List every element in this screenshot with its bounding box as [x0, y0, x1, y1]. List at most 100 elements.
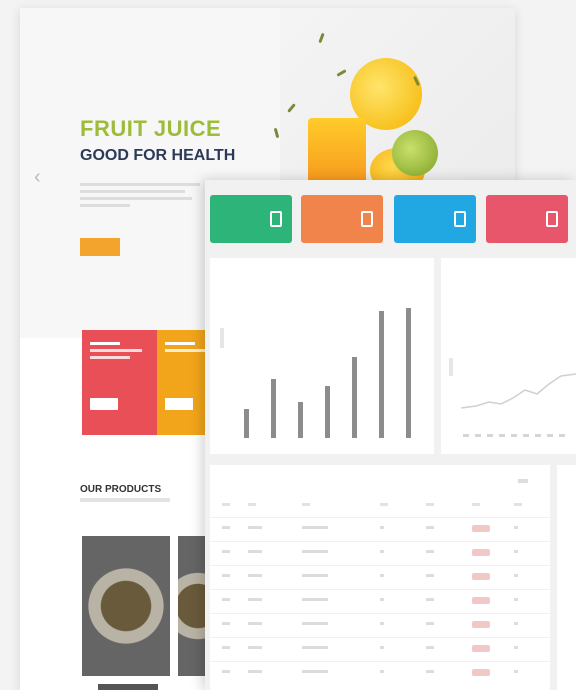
status-badge: [472, 621, 490, 628]
leaf-decoration: [273, 127, 280, 139]
food-image[interactable]: [82, 536, 170, 676]
table-cell: [302, 526, 328, 529]
table-cell: [302, 598, 328, 601]
table-cell: [380, 526, 384, 529]
stat-card[interactable]: [486, 195, 568, 243]
column-header: [472, 503, 480, 506]
table-row[interactable]: [210, 517, 550, 540]
table-cell: [426, 526, 434, 529]
table-row[interactable]: [210, 565, 550, 588]
table-cell: [380, 550, 384, 553]
chart-bar: [244, 409, 249, 438]
table-cell: [248, 622, 262, 625]
table-cell: [248, 646, 262, 649]
status-badge: [472, 549, 490, 556]
hero-subtitle: GOOD FOR HEALTH: [80, 147, 236, 164]
table-cell: [248, 526, 262, 529]
table-cell: [514, 598, 518, 601]
table-cell: [514, 670, 518, 673]
table-row[interactable]: [210, 613, 550, 636]
table-cell: [380, 598, 384, 601]
status-badge: [472, 573, 490, 580]
column-header: [514, 503, 522, 506]
table-cell: [302, 574, 328, 577]
chart-bar: [325, 386, 330, 438]
table-cell: [514, 622, 518, 625]
stat-card[interactable]: [394, 195, 476, 243]
hero-title: FRUIT JUICE: [80, 116, 222, 141]
table-cell: [380, 622, 384, 625]
table-cell: [380, 646, 384, 649]
table-header: [210, 495, 550, 517]
x-axis-ticks: [463, 434, 565, 437]
clipboard-icon: [270, 211, 282, 227]
table-cell: [426, 598, 434, 601]
table-cell: [222, 670, 230, 673]
table-cell: [222, 574, 230, 577]
status-badge: [472, 597, 490, 604]
table-cell: [222, 598, 230, 601]
stat-card[interactable]: [210, 195, 292, 243]
table-cell: [514, 550, 518, 553]
chevron-left-icon[interactable]: ‹: [34, 166, 56, 188]
chart-bar: [379, 311, 384, 438]
table-cell: [426, 574, 434, 577]
promo-button[interactable]: [165, 398, 193, 410]
clipboard-icon: [454, 211, 466, 227]
table-cell: [222, 622, 230, 625]
promo-button[interactable]: [90, 398, 118, 410]
section-subtitle: [80, 498, 170, 502]
line-chart-panel: [441, 258, 576, 454]
table-row[interactable]: [210, 589, 550, 612]
table-row[interactable]: [210, 661, 550, 684]
table-cell: [426, 670, 434, 673]
column-header: [302, 503, 310, 506]
column-header: [426, 503, 434, 506]
table-row[interactable]: [210, 541, 550, 564]
column-header: [248, 503, 256, 506]
table-cell: [222, 550, 230, 553]
table-cell: [514, 526, 518, 529]
clipboard-icon: [546, 211, 558, 227]
lime-fruit-image: [392, 130, 438, 176]
admin-dashboard: [205, 180, 576, 690]
table-row[interactable]: [210, 637, 550, 660]
table-cell: [302, 550, 328, 553]
table-cell: [514, 574, 518, 577]
hero-paragraph: [80, 183, 210, 207]
promo-card-red: [82, 330, 157, 435]
status-badge: [472, 525, 490, 532]
bar-chart-panel: [210, 258, 434, 454]
chart-bar: [271, 379, 276, 438]
table-cell: [302, 622, 328, 625]
column-header: [380, 503, 388, 506]
table-cell: [248, 670, 262, 673]
table-cell: [426, 646, 434, 649]
table-cell: [426, 622, 434, 625]
data-table-panel: [210, 465, 550, 690]
status-badge: [472, 669, 490, 676]
bar-chart: [210, 258, 434, 454]
side-panel: [557, 465, 576, 690]
shop-now-button[interactable]: [80, 238, 120, 256]
table-cell: [248, 598, 262, 601]
table-cell: [302, 646, 328, 649]
chart-bar: [298, 402, 303, 438]
table-cell: [380, 670, 384, 673]
line-chart: [460, 373, 576, 437]
panel-control[interactable]: [518, 479, 528, 483]
chart-bar: [352, 357, 357, 438]
section-title: OUR PRODUCTS: [80, 484, 162, 495]
clipboard-icon: [361, 211, 373, 227]
column-header: [222, 503, 230, 506]
stat-card[interactable]: [301, 195, 383, 243]
promo-text: [165, 342, 210, 352]
chart-bar: [406, 308, 411, 438]
table-cell: [222, 526, 230, 529]
line-series: [460, 373, 576, 409]
table-cell: [222, 646, 230, 649]
table-cell: [514, 646, 518, 649]
table-cell: [426, 550, 434, 553]
food-caption: [98, 684, 158, 690]
status-badge: [472, 645, 490, 652]
